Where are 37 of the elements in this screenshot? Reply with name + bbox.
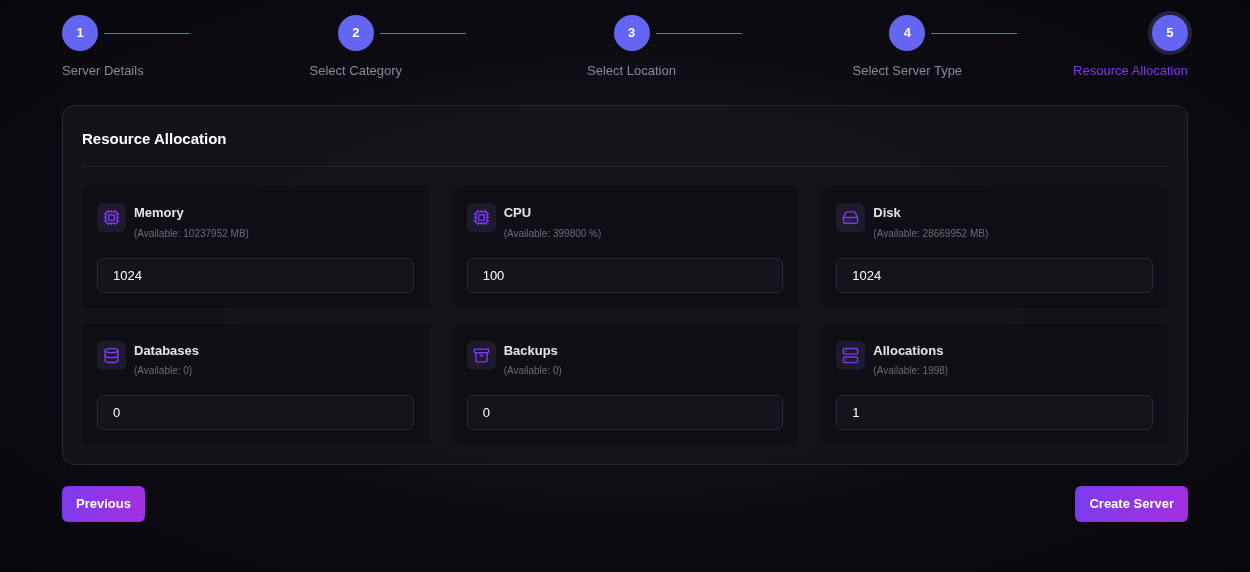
available-amount: (Available: 0) [134,364,194,378]
resource-name: Allocations [873,341,945,360]
amount-input[interactable]: 1 [836,395,1153,430]
resource-name: Memory [134,204,185,222]
chip-icon [97,203,126,232]
hard-drive-icon [836,203,866,232]
available-amount: (Available: 399800 %) [503,226,602,241]
amount-input[interactable]: 1024 [97,257,414,293]
resource-name: Databases [134,341,200,360]
amount-input[interactable]: 0 [97,395,414,430]
resource-name: Disk [873,204,902,222]
amount-input[interactable]: 100 [466,257,784,293]
available-amount: (Available: 1998) [873,364,949,378]
step-label: Resource Allocation [1073,62,1188,80]
step-number: 4 [889,15,926,51]
step-number: 5 [1151,15,1188,51]
amount-input[interactable]: 1024 [836,257,1153,293]
resource-name: CPU [503,204,533,222]
step-label: Select Category [309,62,402,80]
server-icon [836,340,866,370]
step-number: 2 [337,15,374,51]
resource-name: Backups [503,341,559,360]
step-label: Select Location [587,62,676,80]
available-amount: (Available: 0) [503,364,562,378]
step-number: 3 [613,15,650,51]
chip-icon [466,203,496,232]
step-label: Select Server Type [852,62,963,80]
previous-button[interactable]: Previous [62,486,145,522]
archive-box-icon [466,340,496,370]
step-number: 1 [62,15,98,51]
database-icon [97,340,126,370]
panel-title: Resource Allocation [82,127,1168,167]
available-amount: (Available: 28669952 MB) [873,226,989,241]
available-amount: (Available: 10237952 MB) [134,226,249,241]
amount-input[interactable]: 0 [466,395,784,430]
step-label: Server Details [62,62,144,80]
create-server-button[interactable]: Create Server [1075,486,1188,522]
